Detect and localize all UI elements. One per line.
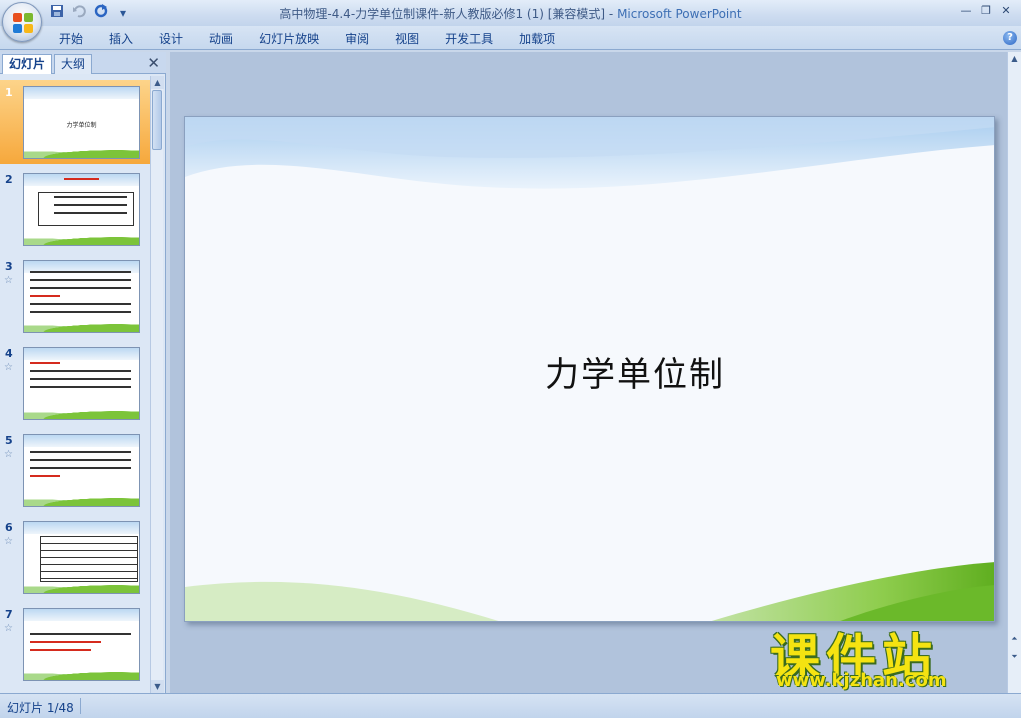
previous-slide-icon[interactable]: ⏶ [1008, 632, 1021, 645]
slides-panel: 幻灯片 大纲 ✕ 1 力学单位制 2 3 ☆ 4 ☆ 5 ☆ 6 ☆ 7 ☆ ▲… [0, 52, 166, 693]
watermark-url: www.kjzhan.com [776, 670, 947, 691]
editor-scrollbar[interactable]: ▲ ⏶ ⏷ [1007, 52, 1021, 693]
slide-position: 幻灯片 1/48 [7, 701, 74, 715]
tab-design[interactable]: 设计 [146, 30, 196, 48]
animation-star-icon: ☆ [4, 362, 13, 373]
thumbnail-number: 6 [5, 521, 13, 534]
tab-slideshow[interactable]: 幻灯片放映 [246, 30, 332, 48]
app-name: Microsoft PowerPoint [617, 7, 742, 21]
panel-tabs: 幻灯片 大纲 ✕ [0, 52, 166, 74]
thumbnail-number: 2 [5, 173, 13, 186]
tab-home[interactable]: 开始 [46, 30, 96, 48]
thumbnail-preview [23, 434, 140, 507]
thumbnail-preview [23, 608, 140, 681]
thumbnail-number: 1 [5, 86, 13, 99]
tab-addins[interactable]: 加载项 [506, 30, 568, 48]
window-controls: — ❐ ✕ [957, 3, 1015, 19]
office-logo-icon [13, 13, 33, 33]
animation-star-icon: ☆ [4, 536, 13, 547]
thumbnail-preview [23, 260, 140, 333]
thumbnail-preview: 力学单位制 [23, 86, 140, 159]
scroll-thumb[interactable] [152, 90, 162, 150]
office-button[interactable] [2, 2, 42, 42]
next-slide-icon[interactable]: ⏷ [1008, 650, 1021, 663]
thumbnail-number: 7 [5, 608, 13, 621]
title-separator: - [605, 7, 618, 21]
scroll-down-icon[interactable]: ▼ [151, 680, 164, 693]
slide-thumbnail-1[interactable]: 1 力学单位制 [0, 80, 150, 164]
tab-view[interactable]: 视图 [382, 30, 432, 48]
restore-button[interactable]: ❐ [977, 3, 995, 19]
tab-review[interactable]: 审阅 [332, 30, 382, 48]
slide-thumbnail-3[interactable]: 3 ☆ [0, 254, 150, 338]
status-divider [80, 698, 81, 714]
animation-star-icon: ☆ [4, 275, 13, 286]
watermark-logo: 课件站 www.kjzhan.com [770, 618, 1005, 693]
animation-star-icon: ☆ [4, 623, 13, 634]
slide-editor: 力学单位制 [170, 52, 1007, 693]
thumbnail-number: 4 [5, 347, 13, 360]
scroll-up-icon[interactable]: ▲ [151, 76, 164, 89]
document-title: 高中物理-4.4-力学单位制课件-新人教版必修1 (1) [兼容模式] [279, 7, 606, 21]
window-title: 高中物理-4.4-力学单位制课件-新人教版必修1 (1) [兼容模式] - Mi… [0, 5, 1021, 22]
title-bar: ▾ 高中物理-4.4-力学单位制课件-新人教版必修1 (1) [兼容模式] - … [0, 0, 1021, 26]
thumbnail-list: 1 力学单位制 2 3 ☆ 4 ☆ 5 ☆ 6 ☆ 7 ☆ [0, 76, 150, 693]
help-icon[interactable]: ? [1003, 31, 1017, 45]
slide-thumbnail-7[interactable]: 7 ☆ [0, 602, 150, 686]
tab-developer[interactable]: 开发工具 [432, 30, 506, 48]
close-icon[interactable]: ✕ [147, 54, 160, 72]
tab-animations[interactable]: 动画 [196, 30, 246, 48]
scroll-up-icon[interactable]: ▲ [1008, 52, 1021, 65]
thumbnail-number: 3 [5, 260, 13, 273]
thumbnail-preview [23, 347, 140, 420]
thumbnail-preview [23, 173, 140, 246]
slide-thumbnail-5[interactable]: 5 ☆ [0, 428, 150, 512]
tab-slides[interactable]: 幻灯片 [2, 54, 53, 74]
slide-title[interactable]: 力学单位制 [545, 347, 725, 396]
close-button[interactable]: ✕ [997, 3, 1015, 19]
thumbnail-number: 5 [5, 434, 13, 447]
slide-thumbnail-2[interactable]: 2 [0, 167, 150, 251]
status-bar: 幻灯片 1/48 [0, 693, 1021, 718]
current-slide[interactable]: 力学单位制 [184, 116, 995, 622]
tab-outline[interactable]: 大纲 [54, 54, 93, 74]
minimize-button[interactable]: — [957, 3, 975, 19]
tab-insert[interactable]: 插入 [96, 30, 146, 48]
thumbnail-scrollbar[interactable]: ▲ ▼ [150, 76, 164, 693]
thumbnail-preview [23, 521, 140, 594]
ribbon-tabs: 开始 插入 设计 动画 幻灯片放映 审阅 视图 开发工具 加载项 [0, 26, 1021, 50]
animation-star-icon: ☆ [4, 449, 13, 460]
slide-thumbnail-4[interactable]: 4 ☆ [0, 341, 150, 425]
thumbnail-title: 力学单位制 [66, 122, 97, 129]
slide-thumbnail-6[interactable]: 6 ☆ [0, 515, 150, 599]
